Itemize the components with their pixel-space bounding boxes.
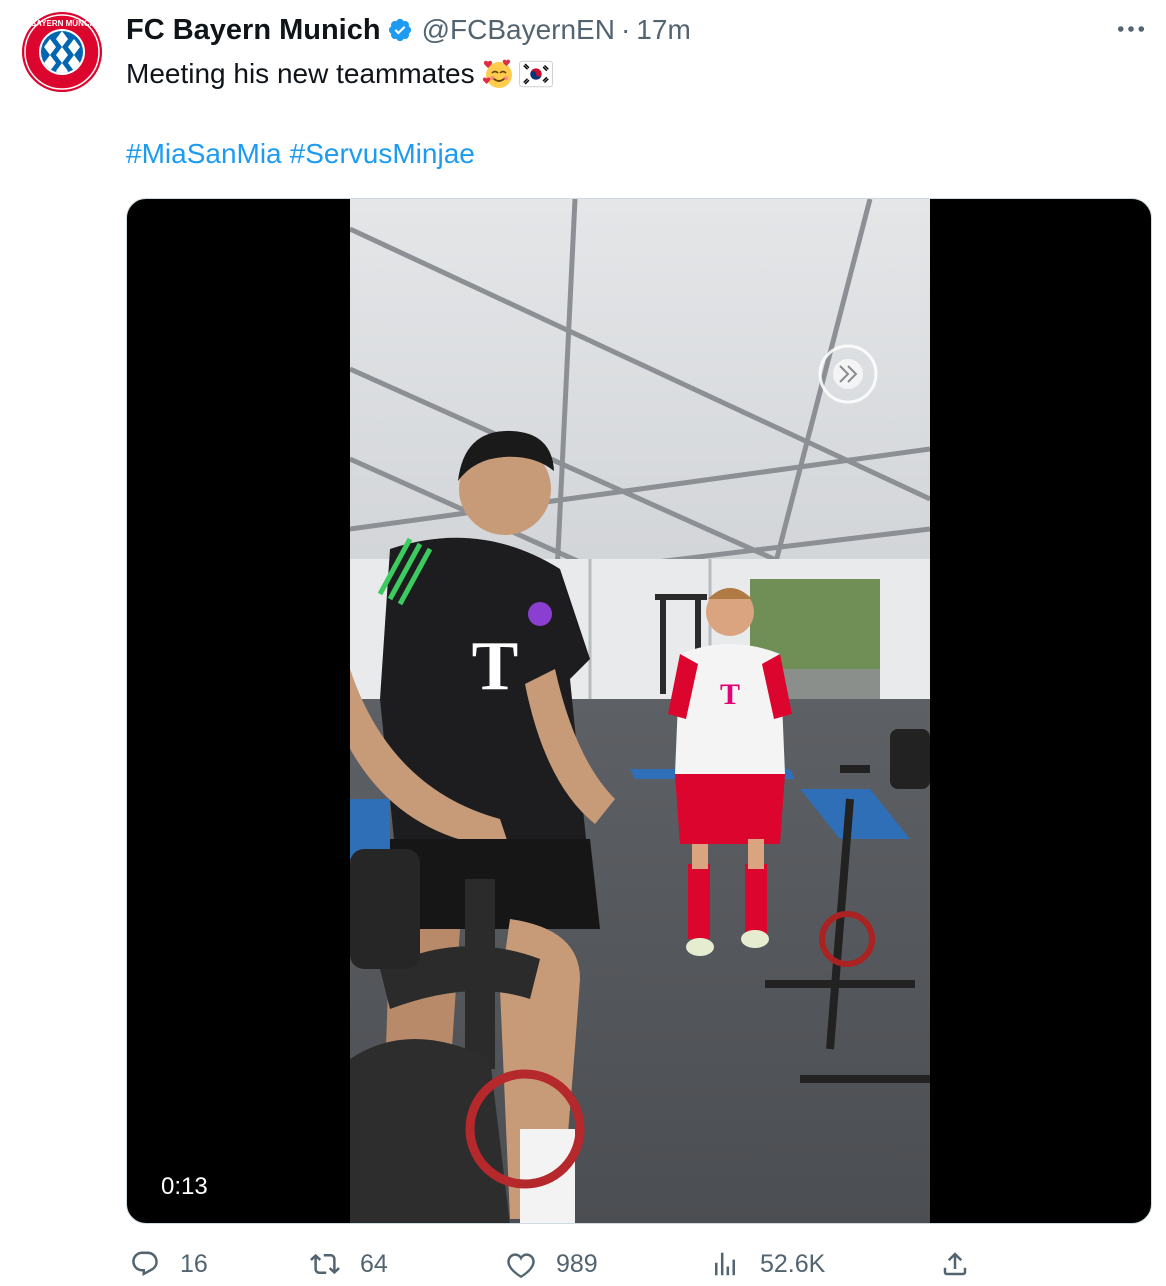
- video-duration: 0:13: [147, 1167, 222, 1207]
- tweet-text: Meeting his new teammates: [126, 55, 553, 93]
- retweet-icon: [310, 1253, 340, 1275]
- video-player[interactable]: T T 0:13: [126, 198, 1152, 1224]
- views-button[interactable]: 52.6K: [710, 1246, 825, 1282]
- south-korea-flag-emoji-icon: [518, 60, 553, 88]
- views-count: 52.6K: [760, 1249, 826, 1278]
- timestamp[interactable]: 17m: [636, 14, 690, 46]
- separator-dot: ·: [620, 14, 631, 45]
- share-button[interactable]: [940, 1246, 970, 1282]
- retweet-button[interactable]: 64: [310, 1246, 388, 1282]
- crest-ring-text: FC BAYERN MÜNCHEN: [22, 19, 102, 28]
- verified-badge-icon[interactable]: [387, 17, 413, 43]
- svg-text:T: T: [472, 628, 519, 705]
- views-icon: [715, 1252, 735, 1276]
- heart-icon: [507, 1253, 535, 1279]
- handle[interactable]: @FCBayernEN: [422, 14, 615, 46]
- video-thumbnail: T T: [350, 199, 930, 1223]
- smiling-face-with-hearts-emoji-icon: [482, 59, 512, 88]
- hashtag-link[interactable]: #MiaSanMia: [126, 138, 282, 169]
- tweet-header: FC Bayern Munich @FCBayernEN · 17m: [126, 12, 691, 48]
- share-icon: [943, 1252, 967, 1276]
- more-icon: [1117, 26, 1145, 32]
- reply-count: 16: [180, 1249, 208, 1278]
- like-button[interactable]: 989: [506, 1246, 598, 1282]
- tweet-text-content: Meeting his new teammates: [126, 58, 475, 89]
- video-frame[interactable]: T T: [350, 199, 930, 1223]
- fc-bayern-crest-icon: FC BAYERN MÜNCHEN: [22, 12, 102, 92]
- hashtags: #MiaSanMia #ServusMinjae: [126, 135, 483, 173]
- tweet-actions: 16 64 989 52.6K: [126, 1246, 1152, 1282]
- svg-text:T: T: [720, 678, 740, 711]
- reply-button[interactable]: 16: [130, 1246, 208, 1282]
- reply-icon: [132, 1251, 158, 1277]
- tweet[interactable]: FC BAYERN MÜNCHEN FC Bayern Munich @FCBa…: [0, 0, 1166, 1286]
- more-options-button[interactable]: [1114, 14, 1148, 44]
- avatar[interactable]: FC BAYERN MÜNCHEN: [22, 12, 102, 92]
- like-count: 989: [556, 1249, 598, 1278]
- retweet-count: 64: [360, 1249, 388, 1278]
- hashtag-link[interactable]: #ServusMinjae: [290, 138, 475, 169]
- display-name[interactable]: FC Bayern Munich: [126, 14, 381, 47]
